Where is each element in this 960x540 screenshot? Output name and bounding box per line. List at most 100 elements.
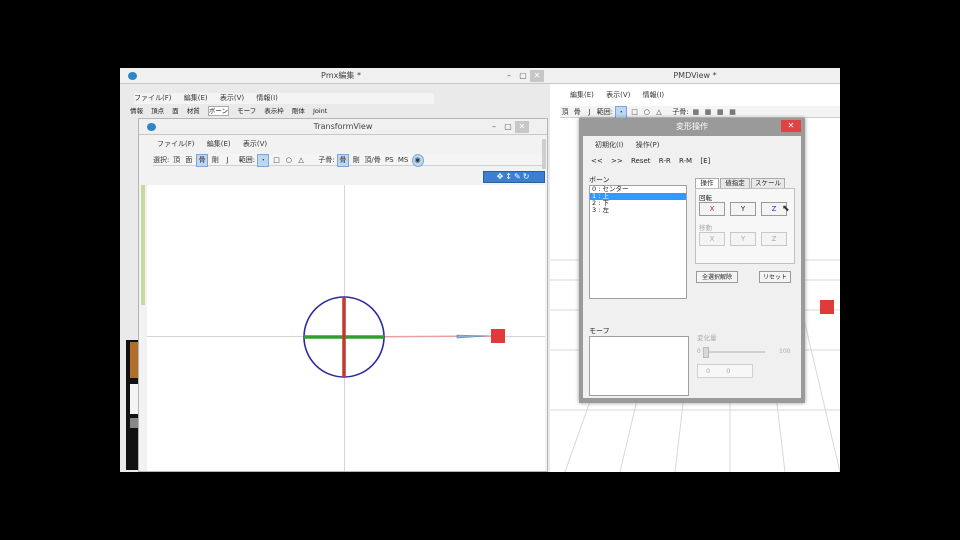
e-button[interactable]: [E] — [700, 157, 710, 165]
range-triangle[interactable]: △ — [654, 107, 664, 118]
tab-scale[interactable]: スケール — [751, 178, 785, 188]
minimize-icon[interactable]: – — [502, 70, 516, 82]
tab-info[interactable]: 情報 — [130, 107, 143, 115]
move-y-button[interactable]: Y — [730, 232, 756, 246]
toolbar-icon[interactable]: ▦ — [715, 107, 725, 118]
pen-tool-icon[interactable]: ✎ — [514, 172, 523, 181]
reset-button[interactable]: リセット — [759, 271, 791, 283]
dialog-toolbar: << >> Reset R-R R-M [E] — [591, 156, 797, 167]
toolbar-icon[interactable]: ▦ — [703, 107, 713, 118]
select-rigid[interactable]: 剛 — [210, 155, 220, 166]
menu-edit[interactable]: 編集(E) — [207, 140, 231, 148]
move-tool-icon[interactable]: ✥ — [497, 172, 506, 181]
sub-bone[interactable]: 骨 — [336, 154, 349, 167]
sub-label: 子骨: — [672, 108, 689, 116]
transform-view-controls: – ▢ ✕ — [487, 121, 529, 133]
tab-display-frame[interactable]: 表示枠 — [264, 107, 284, 115]
menu-info[interactable]: 情報(I) — [643, 91, 665, 99]
menu-view[interactable]: 表示(V) — [220, 94, 244, 102]
range-point[interactable]: ・ — [257, 154, 270, 167]
toolbar-icon[interactable]: ▦ — [691, 107, 701, 118]
morph-list[interactable] — [589, 336, 689, 396]
menu-init[interactable]: 初期化(I) — [595, 141, 624, 149]
transform-viewport[interactable] — [147, 185, 545, 471]
scale-tool-icon[interactable]: ↕ — [505, 172, 514, 181]
sub-ps[interactable]: PS — [384, 155, 395, 166]
rotate-label: 回転 — [699, 194, 712, 202]
dialog-menubar: 初期化(I) 操作(P) — [595, 140, 795, 151]
rotate-y-button[interactable]: Y — [730, 202, 756, 216]
tab-value[interactable]: 値指定 — [720, 178, 750, 188]
menu-file[interactable]: ファイル(F) — [134, 94, 172, 102]
rr-button[interactable]: R-R — [659, 157, 671, 165]
transform-view-title: TransformView — [313, 122, 373, 131]
close-icon[interactable]: ✕ — [530, 70, 544, 82]
menu-info[interactable]: 情報(I) — [256, 94, 278, 102]
app-icon — [128, 72, 137, 80]
next-button[interactable]: >> — [611, 157, 623, 165]
sub-ms[interactable]: MS — [397, 155, 409, 166]
range-rect[interactable]: □ — [272, 155, 282, 166]
range-triangle[interactable]: △ — [296, 155, 306, 166]
pmd-view-titlebar: PMDView * — [550, 68, 840, 84]
tab-joint[interactable]: Joint — [313, 107, 327, 115]
menu-view[interactable]: 表示(V) — [243, 140, 267, 148]
toolbar-icon[interactable]: ▦ — [728, 107, 738, 118]
maximize-icon[interactable]: ▢ — [501, 121, 515, 133]
close-icon[interactable]: ✕ — [781, 120, 801, 132]
tab-morph[interactable]: モーフ — [237, 107, 256, 115]
transform-view-window: TransformView – ▢ ✕ ファイル(F) 編集(E) 表示(V) 選択… — [138, 118, 548, 472]
morph-slider-thumb[interactable] — [703, 347, 709, 358]
release-all-button[interactable]: 全選択解除 — [696, 271, 738, 283]
morph-value-field[interactable]: 0 0 — [697, 364, 753, 378]
select-face[interactable]: 面 — [184, 155, 194, 166]
select-joint[interactable]: J — [584, 107, 594, 118]
menu-view[interactable]: 表示(V) — [606, 91, 630, 99]
menu-edit[interactable]: 編集(E) — [184, 94, 208, 102]
globe-icon[interactable]: ◉ — [411, 154, 424, 167]
move-x-button[interactable]: X — [699, 232, 725, 246]
morph-slider-track[interactable] — [705, 351, 765, 353]
tab-rigidbody[interactable]: 剛体 — [292, 107, 305, 115]
tab-face[interactable]: 面 — [172, 107, 179, 115]
tab-vertex[interactable]: 頂点 — [151, 107, 164, 115]
bone-list-item[interactable]: 3 : 左 — [590, 207, 686, 214]
tab-material[interactable]: 材質 — [187, 107, 200, 115]
bone-list[interactable]: 0 : センター 1 : 上 2 : 下 3 : 左 — [589, 185, 687, 299]
menu-file[interactable]: ファイル(F) — [157, 140, 195, 148]
pmd-view-toolbar: 頂 骨 J 範囲: ・ □ ○ △ 子骨: ▦ ▦ ▦ ▦ — [560, 106, 840, 119]
tab-bone[interactable]: ボーン — [207, 106, 229, 116]
bone-end-handle — [820, 300, 834, 314]
rotation-gizmo[interactable] — [147, 185, 545, 471]
select-vertex[interactable]: 頂 — [560, 107, 570, 118]
menu-operation[interactable]: 操作(P) — [636, 141, 660, 149]
rm-button[interactable]: R-M — [679, 157, 692, 165]
tab-operation[interactable]: 操作 — [695, 178, 719, 188]
menu-edit[interactable]: 編集(E) — [570, 91, 594, 99]
range-circle[interactable]: ○ — [284, 155, 294, 166]
minimize-icon[interactable]: – — [487, 121, 501, 133]
dialog-titlebar: 変形操作 ✕ — [579, 118, 805, 136]
sub-rigid[interactable]: 剛 — [351, 155, 361, 166]
sub-label: 子骨: — [318, 156, 335, 164]
range-circle[interactable]: ○ — [642, 107, 652, 118]
range-rect[interactable]: □ — [630, 107, 640, 118]
rotate-tool-icon[interactable]: ↻ — [523, 172, 532, 181]
reset-toolbar-button[interactable]: Reset — [631, 157, 651, 165]
range-label: 範囲: — [238, 156, 256, 164]
prev-button[interactable]: << — [591, 157, 603, 165]
select-bone[interactable]: 骨 — [572, 107, 582, 118]
select-vertex[interactable]: 頂 — [172, 155, 182, 166]
letterbox-left — [0, 0, 120, 540]
move-z-button[interactable]: Z — [761, 232, 787, 246]
sub-vertex-bone[interactable]: 頂/骨 — [363, 155, 381, 166]
maximize-icon[interactable]: ▢ — [516, 70, 530, 82]
close-icon[interactable]: ✕ — [515, 121, 529, 133]
right-scrollbar[interactable] — [542, 139, 546, 169]
range-label: 範囲: — [596, 108, 614, 116]
select-joint[interactable]: J — [223, 155, 233, 166]
select-bone[interactable]: 骨 — [196, 154, 209, 167]
dialog-body: 初期化(I) 操作(P) << >> Reset R-R R-M [E] ボーン… — [583, 136, 801, 398]
rotate-x-button[interactable]: X — [699, 202, 725, 216]
pmx-window-controls: – ▢ ✕ — [502, 70, 544, 82]
